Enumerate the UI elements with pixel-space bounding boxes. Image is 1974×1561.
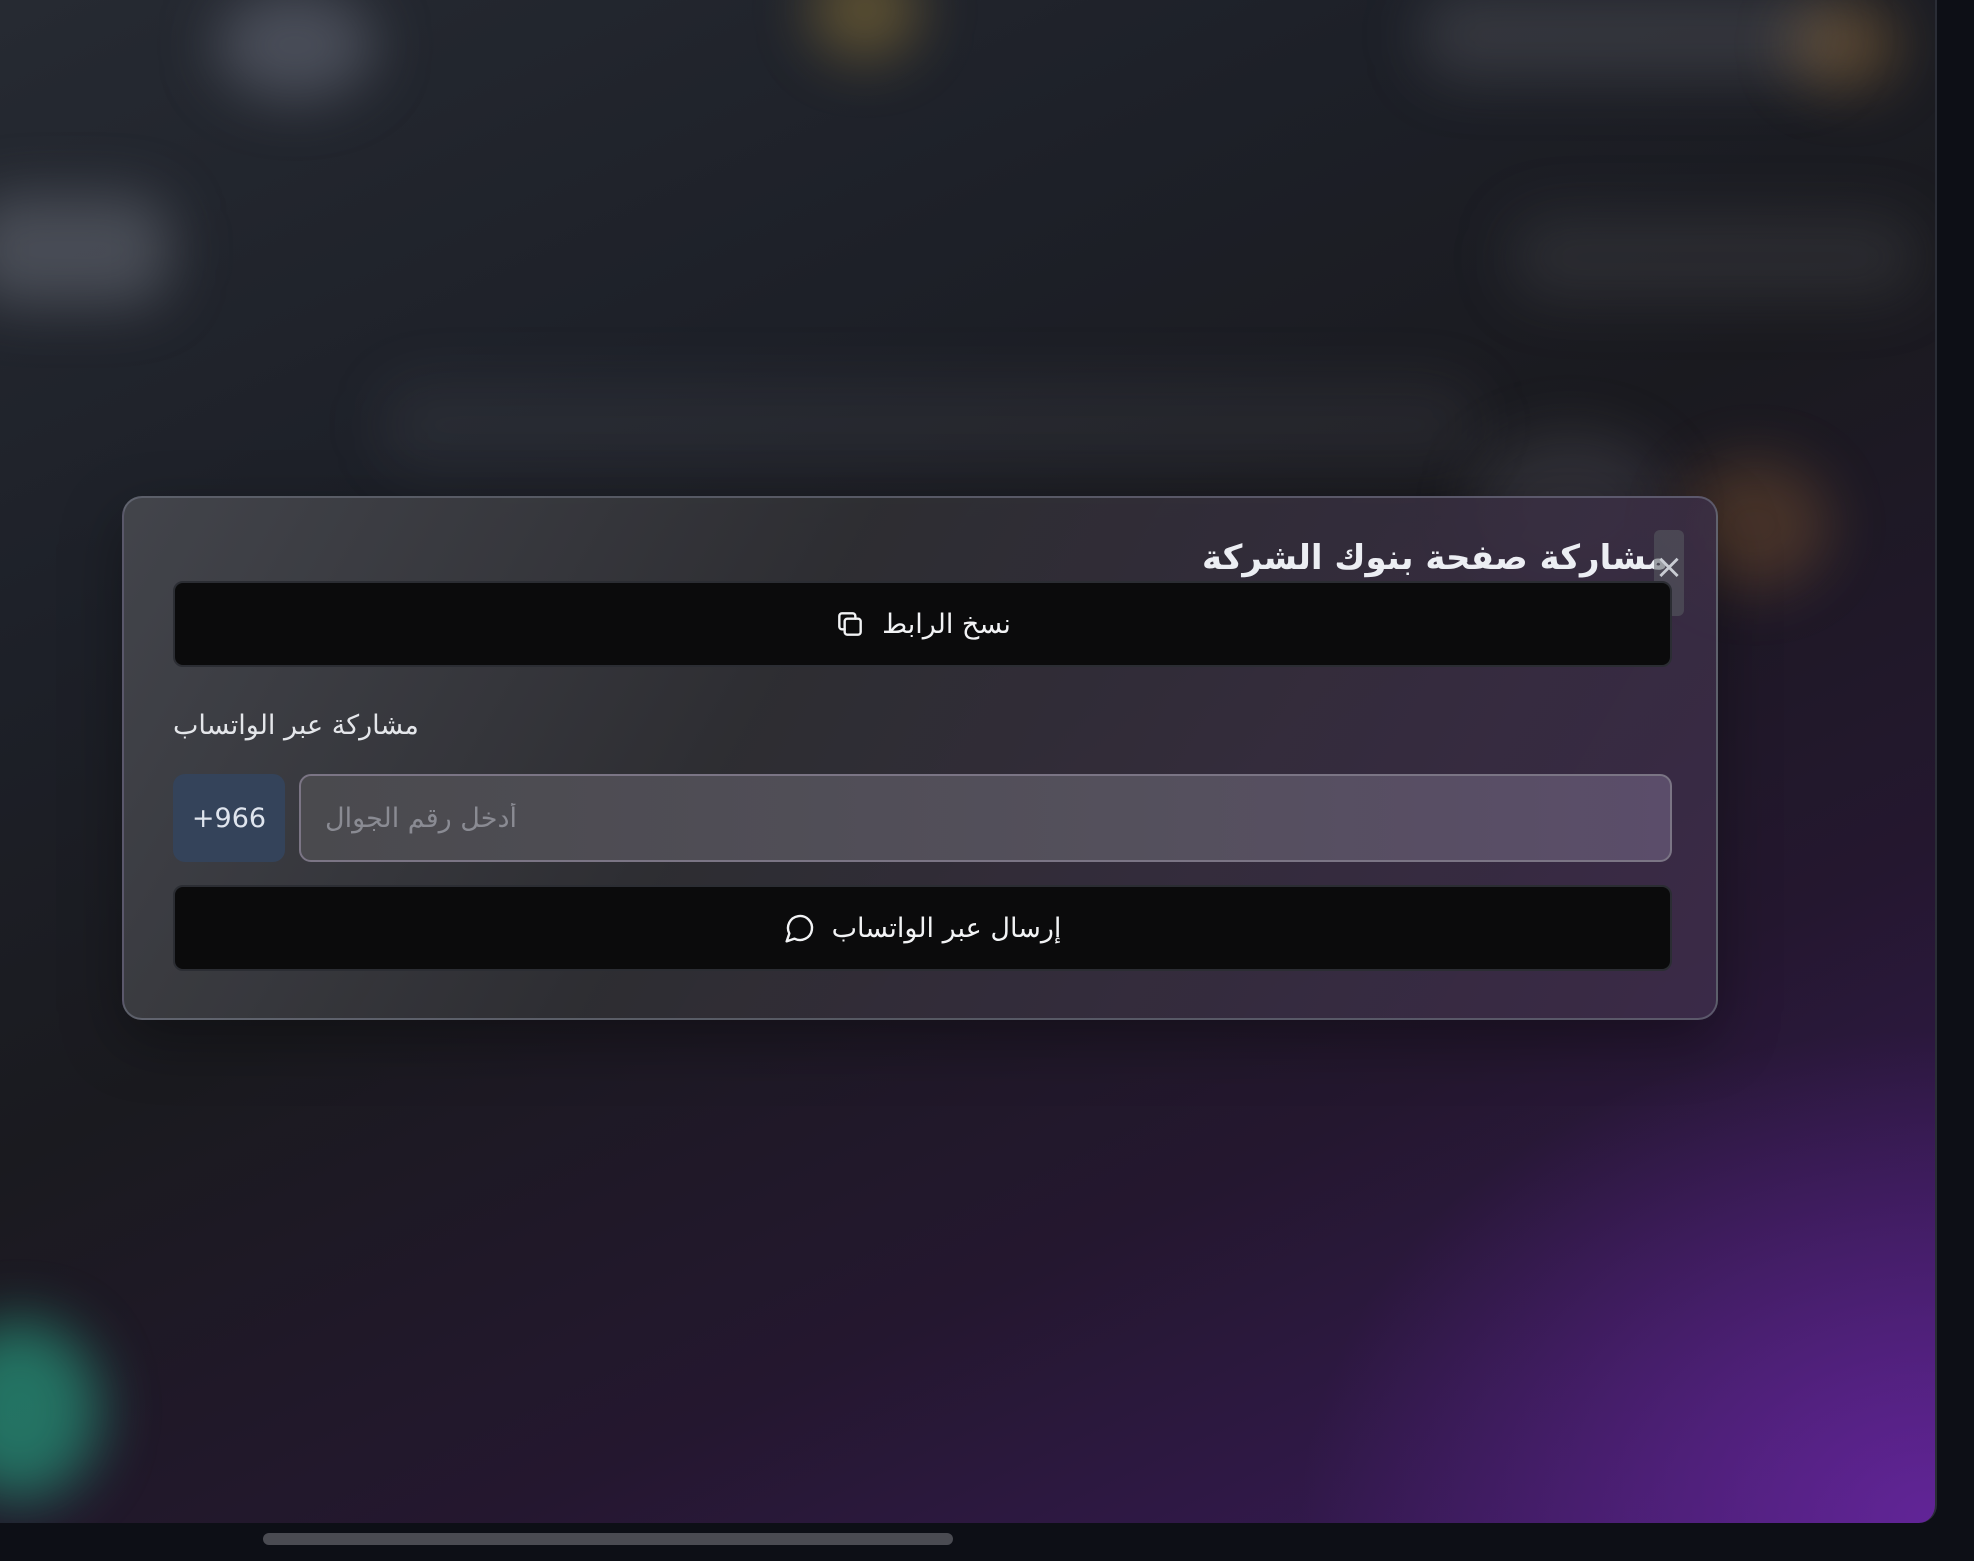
background-blur-shape [1790, 0, 1900, 90]
background-blur-shape [380, 380, 1480, 470]
whatsapp-section-label: مشاركة عبر الواتساب [173, 710, 419, 741]
share-dialog: مشاركة صفحة بنوك الشركة × نسخ الرابط مشا… [122, 496, 1718, 1020]
dialog-title: مشاركة صفحة بنوك الشركة [1201, 538, 1668, 578]
chat-bubble-icon [784, 912, 816, 944]
send-whatsapp-button[interactable]: إرسال عبر الواتساب [173, 885, 1672, 971]
background-blur-shape [215, 0, 375, 100]
send-whatsapp-label: إرسال عبر الواتساب [831, 912, 1062, 944]
background-blur-shape [0, 1320, 100, 1500]
background-blur-shape [1420, 0, 1840, 80]
country-code-badge: +966 [173, 774, 285, 862]
phone-number-input[interactable] [299, 774, 1672, 862]
background-blur-shape [0, 195, 170, 305]
background-blur-shape [1510, 215, 1920, 300]
copy-link-label: نسخ الرابط [882, 608, 1011, 640]
copy-link-button[interactable]: نسخ الرابط [173, 581, 1672, 667]
blurred-background-page: مشاركة صفحة بنوك الشركة × نسخ الرابط مشا… [0, 0, 1937, 1523]
horizontal-scrollbar[interactable] [263, 1533, 953, 1545]
copy-icon [834, 608, 866, 640]
background-blur-shape [810, 0, 920, 60]
